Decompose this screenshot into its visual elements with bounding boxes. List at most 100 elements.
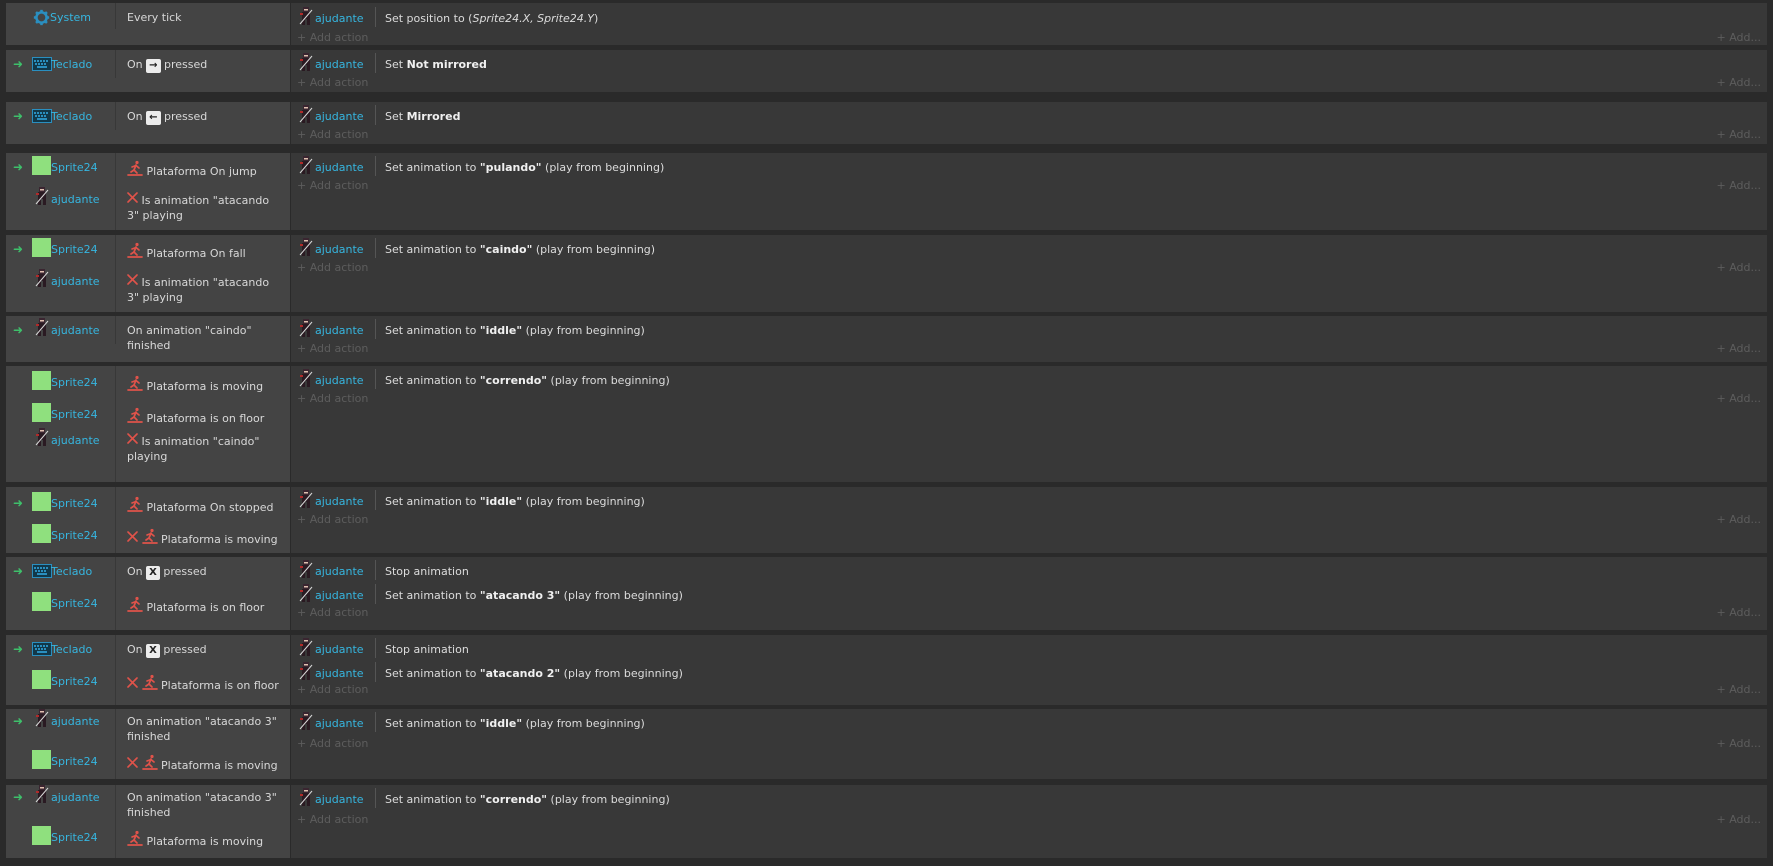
condition-text[interactable]: Plataforma is moving <box>127 830 284 849</box>
condition-row[interactable]: ajudante Is animation "caindo" playing <box>6 428 290 482</box>
event-block[interactable]: ➜ Teclado On → pressed ajudante Set Not mirr… <box>6 50 1767 92</box>
condition-text[interactable]: On ← pressed <box>127 109 284 125</box>
action-row[interactable]: ajudante Set Not mirrored <box>291 53 1767 75</box>
condition-object-name[interactable]: Sprite24 <box>51 497 98 510</box>
condition-text[interactable]: Plataforma is on floor <box>127 407 284 426</box>
condition-object-name[interactable]: ajudante <box>51 715 100 728</box>
action-row[interactable]: ajudante Set animation to "iddle" (play f… <box>291 712 1767 734</box>
condition-text[interactable]: On animation "atacando 3" finished <box>127 714 284 744</box>
condition-text[interactable]: Is animation "atacando 3" playing <box>127 192 284 223</box>
add-action-button[interactable]: + Add action <box>297 261 368 274</box>
add-more-button[interactable]: + Add... <box>1716 513 1761 526</box>
event-block[interactable]: ➜ ajudante On animation "atacando 3" finis… <box>6 709 1767 779</box>
condition-text[interactable]: Plataforma is moving <box>127 375 284 394</box>
add-action-button[interactable]: + Add action <box>297 128 368 141</box>
action-object-name[interactable]: ajudante <box>315 161 364 174</box>
condition-object-name[interactable]: Sprite24 <box>51 675 98 688</box>
condition-text[interactable]: Plataforma is moving <box>127 754 284 773</box>
action-row[interactable]: ajudante Set animation to "pulando" (play… <box>291 156 1767 178</box>
condition-object-name[interactable]: ajudante <box>51 791 100 804</box>
condition-text[interactable]: Is animation "atacando 3" playing <box>127 274 284 305</box>
action-object-name[interactable]: ajudante <box>315 589 364 602</box>
action-text[interactable]: Set animation to "iddle" (play from begi… <box>385 495 645 508</box>
condition-object-name[interactable]: ajudante <box>51 324 100 337</box>
condition-text[interactable]: Plataforma is on floor <box>127 674 284 693</box>
action-row[interactable]: ajudante Set animation to "caindo" (play … <box>291 238 1767 260</box>
event-block[interactable]: System Every tick ajudante Set position to … <box>6 3 1767 45</box>
action-text[interactable]: Set animation to "atacando 2" (play from… <box>385 667 683 680</box>
add-action-button[interactable]: + Add action <box>297 179 368 192</box>
condition-object-name[interactable]: Sprite24 <box>51 408 98 421</box>
condition-row[interactable]: ➜ ajudante On animation "atacando 3" finis… <box>6 785 290 823</box>
action-text[interactable]: Set animation to "correndo" (play from b… <box>385 793 670 806</box>
add-more-button[interactable]: + Add... <box>1716 76 1761 89</box>
condition-row[interactable]: Sprite24 Plataforma is on floor <box>6 667 290 705</box>
condition-row[interactable]: ➜ ajudante On animation "caindo" finished <box>6 316 290 352</box>
add-more-button[interactable]: + Add... <box>1716 813 1761 826</box>
event-block[interactable]: Sprite24 Plataforma is moving Sprite24 Pl… <box>6 366 1767 482</box>
action-object-name[interactable]: ajudante <box>315 243 364 256</box>
action-object-name[interactable]: ajudante <box>315 58 364 71</box>
add-more-button[interactable]: + Add... <box>1716 128 1761 141</box>
condition-text[interactable]: On X pressed <box>127 564 284 580</box>
condition-row[interactable]: Sprite24 Plataforma is moving <box>6 521 290 553</box>
condition-row[interactable]: ➜ Sprite24 Plataforma On jump <box>6 153 290 187</box>
condition-row[interactable]: Sprite24 Plataforma is moving <box>6 366 290 400</box>
condition-row[interactable]: ajudante Is animation "atacando 3" playi… <box>6 187 290 230</box>
action-text[interactable]: Set animation to "atacando 3" (play from… <box>385 589 683 602</box>
add-action-button[interactable]: + Add action <box>297 31 368 44</box>
add-more-button[interactable]: + Add... <box>1716 606 1761 619</box>
condition-row[interactable]: ➜ Teclado On → pressed <box>6 50 290 78</box>
action-row[interactable]: ajudante Set position to (Sprite24.X, Spr… <box>291 7 1767 29</box>
condition-object-name[interactable]: Teclado <box>51 110 92 123</box>
action-text[interactable]: Stop animation <box>385 565 469 578</box>
action-row[interactable]: ajudante Set animation to "iddle" (play f… <box>291 319 1767 341</box>
action-object-name[interactable]: ajudante <box>315 324 364 337</box>
condition-object-name[interactable]: Sprite24 <box>51 831 98 844</box>
action-object-name[interactable]: ajudante <box>315 717 364 730</box>
condition-row[interactable]: Sprite24 Plataforma is on floor <box>6 589 290 630</box>
action-row[interactable]: ajudante Set animation to "atacando 2" (p… <box>291 662 1767 684</box>
action-object-name[interactable]: ajudante <box>315 12 364 25</box>
action-object-name[interactable]: ajudante <box>315 667 364 680</box>
condition-object-name[interactable]: Sprite24 <box>51 529 98 542</box>
action-text[interactable]: Set Not mirrored <box>385 58 487 71</box>
condition-row[interactable]: System Every tick <box>6 3 290 29</box>
add-more-button[interactable]: + Add... <box>1716 31 1761 44</box>
condition-row[interactable]: ajudante Is animation "atacando 3" playi… <box>6 269 290 312</box>
add-more-button[interactable]: + Add... <box>1716 392 1761 405</box>
add-action-button[interactable]: + Add action <box>297 813 368 826</box>
event-block[interactable]: ➜ Teclado On X pressed Sprite24 Plataforma … <box>6 557 1767 630</box>
condition-object-name[interactable]: Teclado <box>51 643 92 656</box>
add-action-button[interactable]: + Add action <box>297 342 368 355</box>
condition-row[interactable]: ➜ Sprite24 Plataforma On fall <box>6 235 290 269</box>
action-object-name[interactable]: ajudante <box>315 793 364 806</box>
action-text[interactable]: Set position to (Sprite24.X, Sprite24.Y) <box>385 12 598 25</box>
add-action-button[interactable]: + Add action <box>297 513 368 526</box>
condition-text[interactable]: Every tick <box>127 10 284 25</box>
add-more-button[interactable]: + Add... <box>1716 683 1761 696</box>
action-row[interactable]: ajudante Set animation to "iddle" (play f… <box>291 490 1767 512</box>
condition-object-name[interactable]: Sprite24 <box>51 243 98 256</box>
action-text[interactable]: Set animation to "caindo" (play from beg… <box>385 243 655 256</box>
action-object-name[interactable]: ajudante <box>315 495 364 508</box>
condition-object-name[interactable]: Sprite24 <box>51 161 98 174</box>
condition-row[interactable]: ➜ ajudante On animation "atacando 3" finis… <box>6 709 290 747</box>
event-block[interactable]: ➜ Sprite24 Plataforma On stopped Sprite24 … <box>6 487 1767 553</box>
add-more-button[interactable]: + Add... <box>1716 342 1761 355</box>
add-action-button[interactable]: + Add action <box>297 683 368 696</box>
action-row[interactable]: ajudante Stop animation <box>291 638 1767 660</box>
add-action-button[interactable]: + Add action <box>297 76 368 89</box>
condition-object-name[interactable]: ajudante <box>51 275 100 288</box>
condition-text[interactable]: Plataforma is on floor <box>127 596 284 615</box>
condition-object-name[interactable]: System <box>50 11 91 24</box>
condition-row[interactable]: Sprite24 Plataforma is moving <box>6 823 290 858</box>
event-block[interactable]: ➜ Teclado On ← pressed ajudante Set Mirrored… <box>6 102 1767 144</box>
event-block[interactable]: ➜ ajudante On animation "caindo" finished a… <box>6 316 1767 362</box>
condition-object-name[interactable]: Teclado <box>51 58 92 71</box>
action-object-name[interactable]: ajudante <box>315 374 364 387</box>
action-object-name[interactable]: ajudante <box>315 565 364 578</box>
action-text[interactable]: Set Mirrored <box>385 110 460 123</box>
event-block[interactable]: ➜ Sprite24 Plataforma On jump ajudante Is … <box>6 153 1767 230</box>
action-row[interactable]: ajudante Stop animation <box>291 560 1767 582</box>
